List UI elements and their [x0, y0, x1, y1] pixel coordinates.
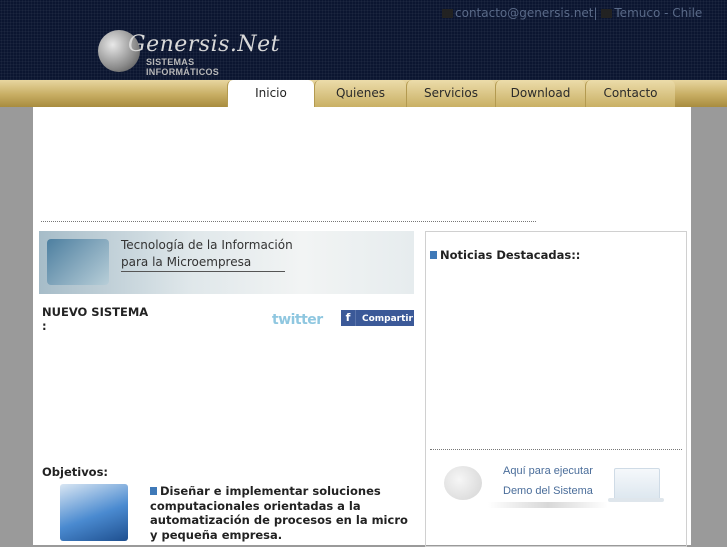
- tab-inicio[interactable]: Inicio: [227, 80, 314, 107]
- user-icon: [442, 9, 453, 18]
- share-label: Compartir: [362, 314, 413, 324]
- news-title: Noticias Destacadas::: [430, 248, 580, 262]
- top-contact-info: contacto@genersis.net| Temuco - Chile: [442, 6, 702, 20]
- content-area: Tecnología de la Información para la Mic…: [33, 107, 691, 547]
- tab-quienes-somos[interactable]: Quienes somos: [314, 80, 406, 127]
- document-icon: [430, 251, 437, 259]
- nuevo-sistema-label: NUEVO SISTEMA: [42, 305, 149, 319]
- divider: [41, 221, 536, 222]
- banner: Tecnología de la Información para la Mic…: [39, 231, 414, 294]
- banner-line-1: Tecnología de la Información: [121, 238, 293, 252]
- objetivos-label: Objetivos:: [42, 465, 109, 479]
- news-sidebar: Noticias Destacadas:: Aquí para ejecutar…: [425, 231, 687, 547]
- objetivo-description: Diseñar e implementar soluciones computa…: [150, 484, 408, 542]
- site-header: Genersis.Net SISTEMAS INFORMÁTICOS conta…: [0, 0, 727, 80]
- demo-link-line-1[interactable]: Aquí para ejecutar: [503, 465, 593, 477]
- nuevo-sistema-colon: :: [42, 319, 47, 333]
- tab-servicios[interactable]: Servicios: [406, 80, 495, 107]
- tab-download[interactable]: Download: [495, 80, 585, 107]
- laptop-base: [608, 498, 664, 502]
- demo-shadow: [488, 502, 608, 508]
- banner-underline: [121, 271, 285, 272]
- news-title-text: Noticias Destacadas::: [440, 248, 581, 262]
- facebook-share-button[interactable]: f Compartir: [341, 310, 414, 326]
- contact-email-link[interactable]: contacto@genersis.net: [455, 6, 594, 20]
- logo-subtitle: SISTEMAS INFORMÁTICOS: [146, 57, 220, 77]
- objetivo-text: Diseñar e implementar soluciones computa…: [150, 484, 418, 542]
- bullet-icon: [150, 487, 157, 495]
- demo-globe-icon: [444, 466, 482, 500]
- banner-line-2: para la Microempresa: [121, 255, 252, 269]
- laptop-icon: [614, 468, 660, 500]
- email-at-icon: [47, 239, 109, 285]
- location-icon: [601, 9, 613, 18]
- tab-contacto[interactable]: Contacto: [585, 80, 675, 107]
- demo-link-line-2[interactable]: Demo del Sistema: [503, 485, 593, 497]
- site-logo[interactable]: Genersis.Net SISTEMAS INFORMÁTICOS: [98, 30, 280, 77]
- facebook-icon: f: [341, 310, 356, 326]
- logo-name: Genersis.Net: [128, 32, 281, 57]
- keyboard-image: [60, 484, 128, 541]
- sidebar-divider: [430, 449, 682, 450]
- location-text: Temuco - Chile: [614, 6, 703, 20]
- separator: |: [593, 6, 598, 20]
- twitter-button[interactable]: twitter: [272, 312, 323, 328]
- main-nav: Inicio Quienes somos Servicios Download …: [0, 80, 727, 127]
